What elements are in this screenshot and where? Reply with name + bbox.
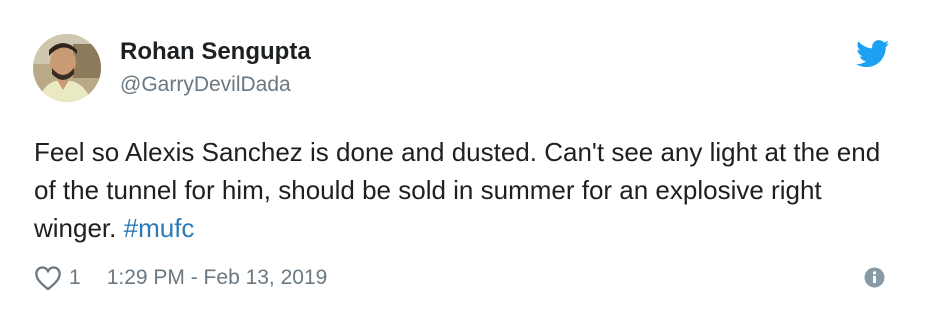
hashtag-link[interactable]: #mufc [124,213,195,243]
like-count: 1 [69,266,81,289]
tweet-timestamp[interactable]: 1:29 PM - Feb 13, 2019 [107,266,328,290]
tweet-card: Rohan Sengupta @GarryDevilDada Feel so A… [0,0,927,312]
avatar[interactable] [33,34,101,102]
like-button[interactable]: 1 [34,265,81,291]
info-icon[interactable] [864,267,885,288]
tweet-footer: 1 1:29 PM - Feb 13, 2019 [34,263,327,293]
heart-icon [34,265,62,291]
twitter-bird-icon[interactable] [856,40,890,68]
tweet-text: Feel so Alexis Sanchez is done and duste… [34,133,904,247]
author-handle[interactable]: @GarryDevilDada [120,73,291,97]
author-name[interactable]: Rohan Sengupta [120,38,311,66]
avatar-image [33,34,101,102]
